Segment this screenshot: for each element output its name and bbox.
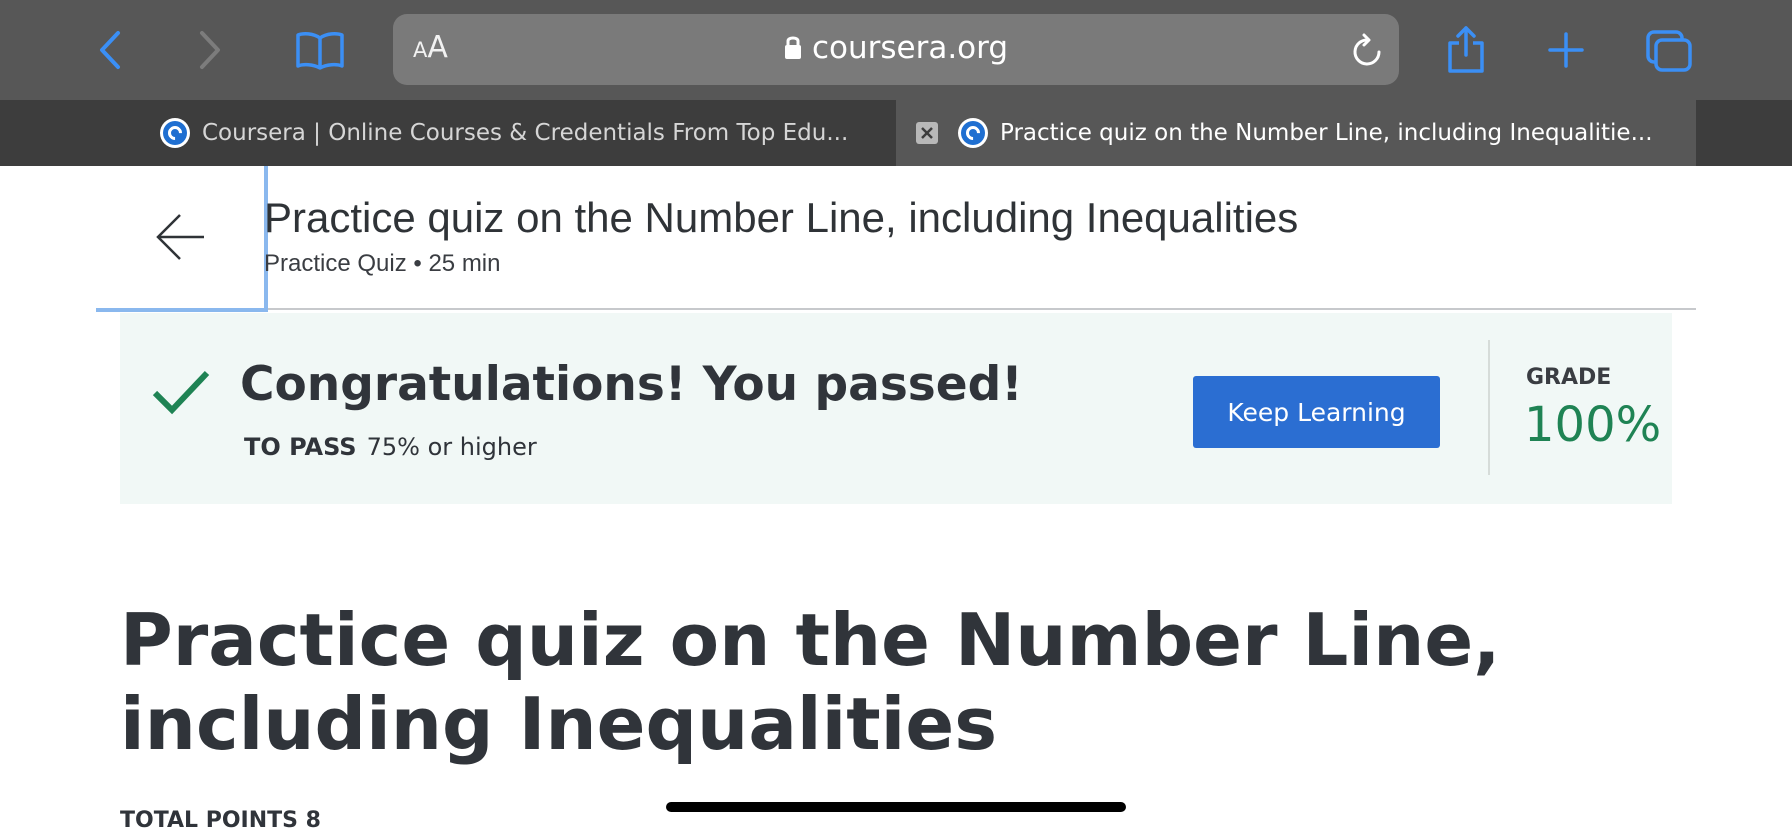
lock-icon	[784, 32, 802, 68]
tab-title: Practice quiz on the Number Line, includ…	[1000, 120, 1653, 146]
tab-bar: Coursera | Online Courses & Credentials …	[0, 100, 1792, 166]
total-points: TOTAL POINTS 8	[120, 808, 321, 828]
back-button[interactable]	[96, 166, 268, 312]
passing-requirement: TO PASS 75% or higher	[244, 433, 537, 461]
divider	[1488, 340, 1490, 475]
share-icon[interactable]	[1444, 24, 1488, 76]
item-meta: Practice Quiz • 25 min	[264, 250, 501, 277]
coursera-favicon-icon	[958, 118, 988, 148]
reload-icon[interactable]	[1351, 32, 1385, 72]
tab-coursera-home[interactable]: Coursera | Online Courses & Credentials …	[160, 100, 895, 166]
tab-title: Coursera | Online Courses & Credentials …	[202, 120, 849, 146]
close-tab-icon[interactable]	[916, 122, 938, 144]
browser-toolbar: AA coursera.org	[0, 0, 1792, 100]
url-text: coursera.org	[811, 30, 1009, 66]
item-title: Practice quiz on the Number Line, includ…	[264, 194, 1299, 241]
address-bar[interactable]: AA coursera.org	[393, 14, 1399, 85]
grade-value: 100%	[1524, 397, 1662, 453]
keep-learning-button[interactable]: Keep Learning	[1193, 376, 1440, 448]
checkmark-icon	[152, 369, 210, 419]
arrow-left-icon	[156, 214, 204, 260]
quiz-title: Practice quiz on the Number Line, includ…	[120, 598, 1501, 766]
tab-practice-quiz[interactable]: Practice quiz on the Number Line, includ…	[896, 100, 1696, 166]
tabs-overview-icon[interactable]	[1644, 28, 1694, 74]
url-display[interactable]: coursera.org	[393, 30, 1399, 68]
pass-banner: Congratulations! You passed! TO PASS 75% …	[120, 313, 1672, 504]
to-pass-label: TO PASS	[244, 433, 357, 461]
to-pass-value: 75% or higher	[366, 433, 537, 461]
grade-label: GRADE	[1526, 365, 1612, 390]
forward-icon[interactable]	[192, 28, 228, 72]
coursera-favicon-icon	[160, 118, 190, 148]
new-tab-icon[interactable]	[1546, 30, 1586, 70]
back-icon[interactable]	[92, 28, 128, 72]
home-indicator[interactable]	[666, 802, 1126, 812]
item-header: Practice quiz on the Number Line, includ…	[96, 166, 1696, 312]
bookmarks-icon[interactable]	[294, 28, 346, 72]
pass-message: Congratulations! You passed!	[240, 357, 1023, 412]
